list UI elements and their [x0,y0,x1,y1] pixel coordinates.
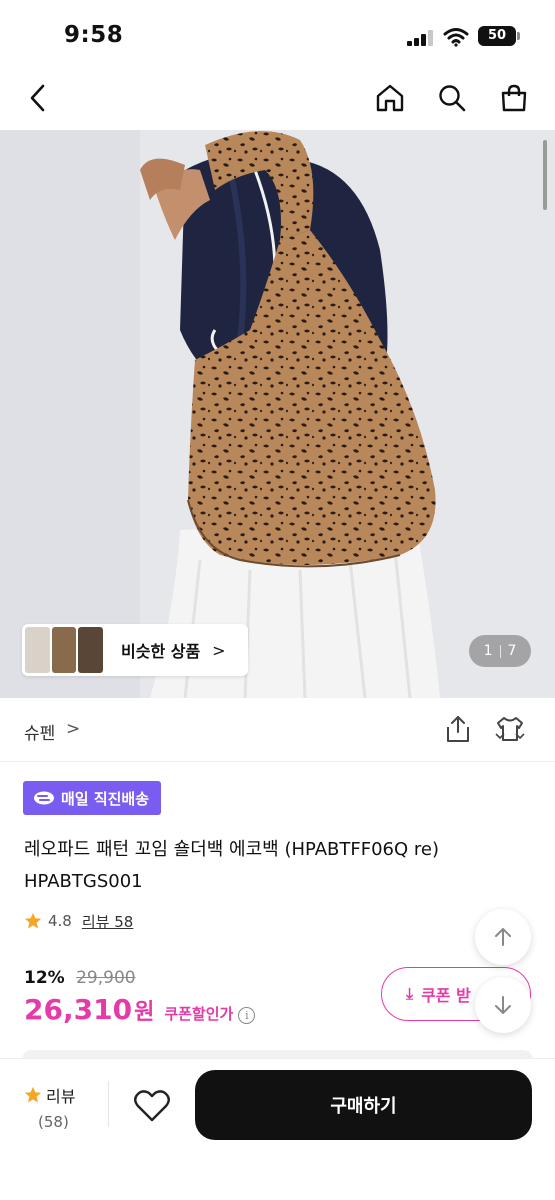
back-button[interactable] [18,78,58,118]
scroll-indicator[interactable] [543,140,547,210]
search-button[interactable] [432,78,472,118]
buy-button[interactable]: 구매하기 [195,1070,532,1140]
product-title: 레오파드 패턴 꼬임 숄더백 에코백 (HPABTFF06Q re) HPABT… [24,834,534,898]
scroll-up-button[interactable] [475,909,531,965]
wifi-icon [443,28,469,47]
bottom-bar: 리뷰 (58) 구매하기 [0,1058,555,1200]
arrow-up-icon [495,928,511,946]
currency-label: 원 [134,1000,155,1025]
review-link[interactable]: 리뷰 58 [82,911,133,932]
brand-row: 슈펜 > [0,698,555,762]
price-row: 26,310 원 쿠폰할인가 i [24,993,256,1026]
delivery-badge-label: 매일 직진배송 [61,789,150,808]
delivery-badge: 매일 직진배송 [23,781,162,815]
current-page: 1 [483,643,493,659]
review-summary-count: (58) [38,1113,69,1131]
rating-row: 4.8 리뷰 58 [24,908,133,934]
similar-products-button[interactable]: 비슷한 상품 > [22,624,248,676]
status-bar: 9:58 50 [0,0,555,70]
delivery-icon [34,791,54,805]
home-button[interactable] [370,78,410,118]
discount-rate: 12% [24,968,65,988]
original-price: 29,900 [76,968,136,988]
scroll-down-button[interactable] [475,977,531,1033]
status-time: 9:58 [64,22,124,48]
rating-value: 4.8 [48,912,72,930]
product-title-line1: 레오파드 패턴 꼬임 숄더백 에코백 (HPABTFF06Q re) [24,839,439,860]
chevron-right-icon: > [66,719,81,739]
heart-icon[interactable] [133,1089,171,1123]
image-page-counter: 1 7 [469,635,531,667]
discount-row: 12% 29,900 [24,968,136,988]
brand-link[interactable]: 슈펜 [24,719,55,744]
star-icon [24,1086,42,1103]
nav-bar [0,70,555,130]
battery-indicator: 50 [478,26,516,46]
chevron-right-icon: > [212,640,226,660]
divider [108,1081,109,1127]
coupon-button-label: 쿠폰 받 [421,986,471,1005]
signal-icon [407,30,433,46]
cart-icon [501,84,527,112]
share-icon[interactable] [444,714,472,744]
product-image-gallery[interactable]: 비슷한 상품 > 1 7 [0,130,555,698]
info-icon[interactable]: i [238,1007,256,1024]
review-summary-button[interactable]: 리뷰 (58) [24,1083,88,1131]
similar-products-label: 비슷한 상품 [121,642,201,661]
product-title-line2: HPABTGS001 [24,871,143,892]
back-icon [30,84,45,112]
search-icon [439,85,466,112]
similar-thumbnail [25,627,104,673]
arrow-down-icon [495,996,511,1014]
shirt-icon[interactable] [494,714,526,744]
page-separator [499,644,501,658]
download-icon: ⤓ [406,984,414,1003]
battery-tip [517,32,520,40]
coupon-price-note: 쿠폰할인가 [164,1005,234,1023]
sale-price: 26,310 [24,993,133,1026]
star-icon [24,912,42,929]
total-pages: 7 [507,643,517,659]
home-icon [376,84,404,112]
cart-button[interactable] [494,78,534,118]
product-photo [0,130,555,698]
review-summary-label: 리뷰 [46,1087,76,1106]
